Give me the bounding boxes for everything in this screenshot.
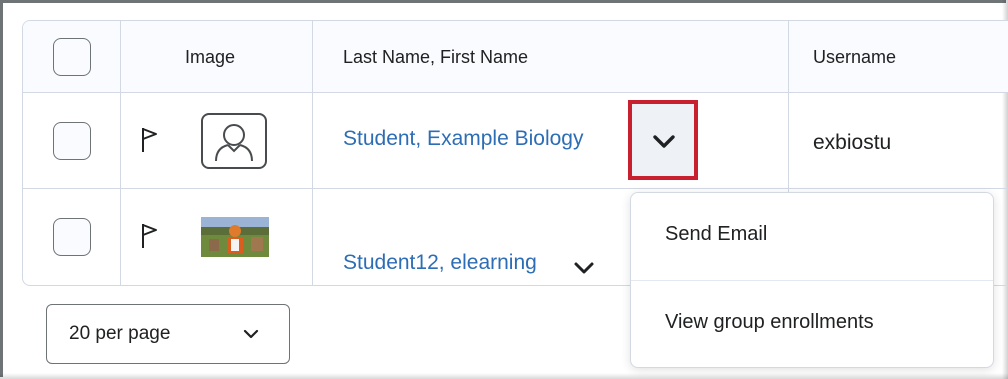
page-size-value: 20 per page xyxy=(69,323,171,344)
context-menu-trigger-highlighted[interactable] xyxy=(628,100,698,180)
menu-item-label: Send Email xyxy=(665,223,768,245)
row-image-cell xyxy=(121,93,313,188)
chevron-down-icon xyxy=(653,135,675,148)
context-menu: Send Email View group enrollments xyxy=(630,192,994,368)
page-size-select[interactable]: 20 per page xyxy=(46,304,290,364)
username-text: exbiostu xyxy=(813,131,892,154)
header-select-cell xyxy=(23,21,121,92)
menu-item-send-email[interactable]: Send Email xyxy=(631,193,993,281)
row-username-cell: exbiostu xyxy=(789,93,1008,188)
row-image-cell xyxy=(121,189,313,285)
row-name-cell: Student, Example Biology xyxy=(313,93,789,188)
header-name-cell: Last Name, First Name xyxy=(313,21,789,92)
column-header-username[interactable]: Username xyxy=(813,47,896,68)
student-name-link[interactable]: Student12, elearning xyxy=(343,251,537,275)
student-name-link[interactable]: Student, Example Biology xyxy=(343,127,583,151)
header-image-cell: Image xyxy=(121,21,313,92)
menu-item-label: View group enrollments xyxy=(665,311,874,333)
menu-item-view-group-enrollments[interactable]: View group enrollments xyxy=(631,281,993,369)
table-row: Student, Example Biology exbiostu xyxy=(23,93,1008,189)
chevron-down-icon xyxy=(243,329,259,339)
flag-icon[interactable] xyxy=(141,223,159,249)
shadow-bottom xyxy=(0,373,1008,379)
row-checkbox[interactable] xyxy=(53,122,91,160)
row-checkbox[interactable] xyxy=(53,218,91,256)
row-select-cell xyxy=(23,189,121,285)
column-header-name[interactable]: Last Name, First Name xyxy=(343,47,528,68)
row-select-cell xyxy=(23,93,121,188)
header-username-cell: Username xyxy=(789,21,1008,92)
table-header-row: Image Last Name, First Name Username xyxy=(23,21,1008,93)
chevron-down-icon[interactable] xyxy=(573,261,595,275)
select-all-checkbox[interactable] xyxy=(53,38,91,76)
user-placeholder-icon xyxy=(201,113,267,169)
student-photo xyxy=(201,217,269,257)
flag-icon[interactable] xyxy=(141,127,159,153)
column-header-image: Image xyxy=(185,47,236,67)
